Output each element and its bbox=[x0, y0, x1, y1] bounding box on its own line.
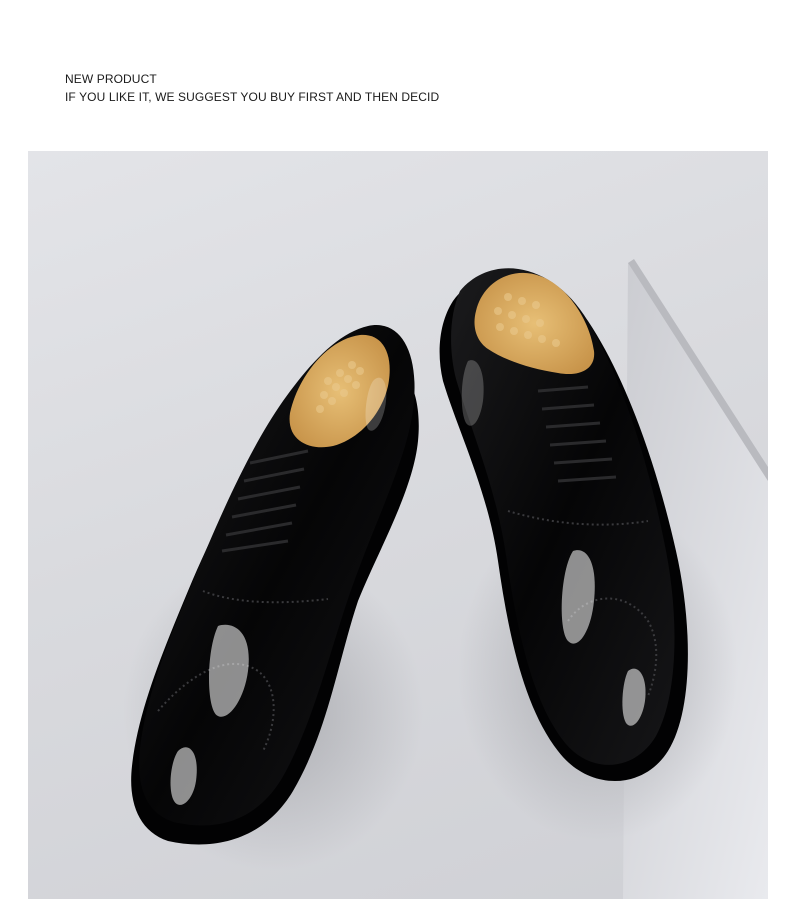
new-product-label: NEW PRODUCT bbox=[65, 72, 157, 86]
tagline: IF YOU LIKE IT, WE SUGGEST YOU BUY FIRST… bbox=[65, 90, 440, 104]
shoes-illustration bbox=[123, 259, 768, 899]
product-photo bbox=[28, 151, 768, 899]
header-text-block: NEW PRODUCT IF YOU LIKE IT, WE SUGGEST Y… bbox=[65, 70, 439, 106]
